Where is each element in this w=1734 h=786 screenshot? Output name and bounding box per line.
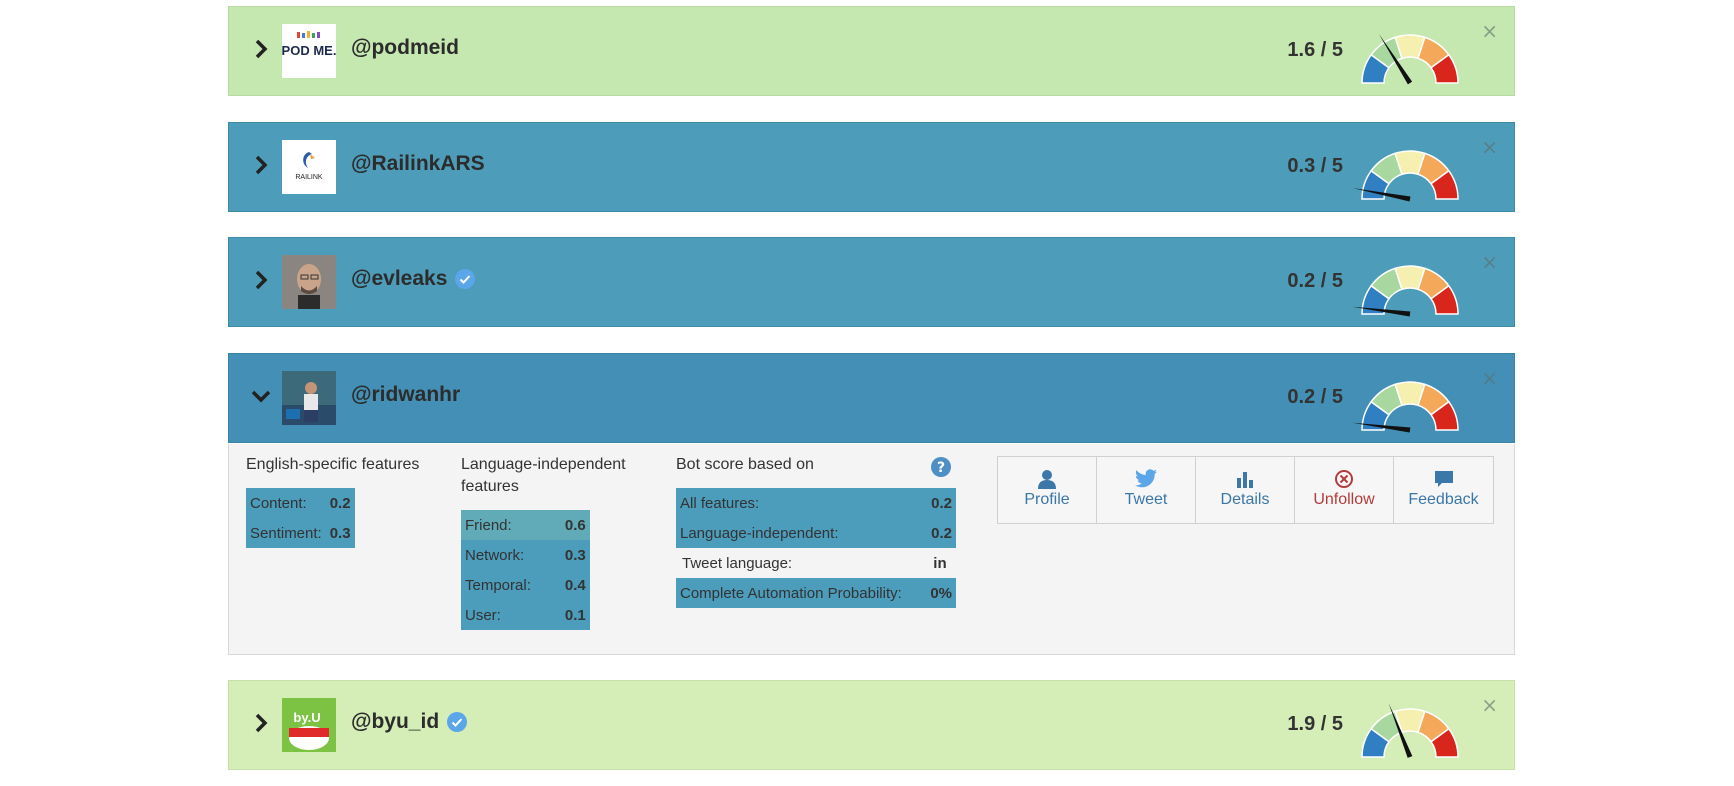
svg-text:?: ? — [937, 460, 945, 476]
chevron-right-icon[interactable] — [249, 153, 273, 177]
tweet-button[interactable]: Tweet — [1097, 457, 1196, 523]
details-button[interactable]: Details — [1196, 457, 1295, 523]
chevron-right-icon[interactable] — [249, 37, 273, 61]
account-row[interactable]: by.U @byu_id 1.9 / 5 × — [228, 680, 1515, 770]
tweet-label[interactable]: Tweet — [1125, 491, 1168, 508]
table-row: User: 0.1 — [461, 600, 590, 630]
chevron-right-icon[interactable] — [249, 268, 273, 292]
avatar — [282, 371, 336, 425]
account-handle-text[interactable]: @byu_id — [351, 710, 439, 733]
feature-value: 0.4 — [564, 576, 586, 594]
feature-label: All features: — [680, 494, 760, 512]
table-row: Language-independent: 0.2 — [676, 518, 956, 548]
close-icon[interactable]: × — [1481, 693, 1498, 717]
unfollow-button[interactable]: Unfollow — [1295, 457, 1394, 523]
gauge-icon — [1361, 703, 1459, 758]
table-row: Sentiment: 0.3 — [246, 518, 355, 548]
account-handle[interactable]: @podmeid — [351, 36, 459, 60]
table-row: All features: 0.2 — [676, 488, 956, 518]
language-independent-title-line1: Language-independent — [461, 456, 626, 473]
action-toolbar: Profile Tweet Details Unfollow Feedback — [997, 456, 1494, 524]
feature-label: Network: — [465, 546, 525, 564]
table-row: Temporal: 0.4 — [461, 570, 590, 600]
profile-button[interactable]: Profile — [998, 457, 1097, 523]
feature-value: 0.2 — [931, 494, 952, 512]
feature-value: in — [933, 554, 947, 572]
close-icon[interactable]: × — [1481, 135, 1498, 159]
avatar: by.U — [282, 698, 336, 752]
unfollow-icon — [1335, 470, 1353, 488]
account-handle[interactable]: @byu_id — [351, 710, 468, 734]
feature-label: Friend: — [465, 516, 512, 534]
feature-label: Sentiment: — [250, 524, 322, 542]
bar-chart-icon — [1237, 472, 1253, 488]
chevron-down-icon[interactable] — [249, 384, 273, 408]
table-row: Content: 0.2 — [246, 488, 355, 518]
table-row: Complete Automation Probability: 0% — [676, 578, 956, 608]
account-row[interactable]: RAILINK @RailinkARS 0.3 / 5 × — [228, 122, 1515, 212]
svg-text:by.U: by.U — [293, 710, 320, 725]
feature-label: Language-independent: — [680, 524, 839, 542]
feature-value: 0.3 — [564, 546, 586, 564]
bot-score: 0.3 / 5 — [1287, 155, 1343, 177]
english-features-table: Content: 0.2 Sentiment: 0.3 — [246, 488, 355, 548]
user-icon — [1038, 470, 1056, 489]
twitter-icon — [1135, 469, 1157, 488]
feature-value: 0% — [930, 584, 952, 602]
gauge-icon — [1352, 265, 1459, 317]
feature-value: 0.2 — [329, 494, 351, 512]
bot-score: 1.9 / 5 — [1287, 713, 1343, 735]
feature-label: Complete Automation Probability: — [680, 584, 902, 602]
profile-label[interactable]: Profile — [1024, 491, 1069, 508]
bot-score: 0.2 / 5 — [1287, 270, 1343, 292]
bot-score-title: Bot score based on — [676, 456, 814, 473]
svg-text:RAILINK: RAILINK — [295, 174, 323, 181]
close-icon[interactable]: × — [1481, 250, 1498, 274]
account-handle-text[interactable]: @evleaks — [351, 267, 447, 290]
bot-score: 1.6 / 5 — [1287, 39, 1343, 61]
table-row: Tweet language: in — [676, 548, 956, 578]
language-independent-title-line2: features — [461, 478, 519, 495]
bot-score: 0.2 / 5 — [1287, 386, 1343, 408]
avatar — [282, 255, 336, 309]
language-independent-title: Language-independent features — [461, 454, 626, 498]
english-features-title: English-specific features — [246, 456, 420, 473]
account-row[interactable]: @evleaks 0.2 / 5 × — [228, 237, 1515, 327]
feedback-button[interactable]: Feedback — [1394, 457, 1493, 523]
feature-value: 0.2 — [931, 524, 952, 542]
account-row[interactable]: @ridwanhr 0.2 / 5 × — [228, 353, 1515, 443]
feature-label: Content: — [250, 494, 307, 512]
feature-value: 0.6 — [564, 516, 586, 534]
gauge-icon — [1353, 150, 1459, 202]
details-panel: English-specific features Content: 0.2 Se… — [228, 444, 1515, 655]
feedback-label[interactable]: Feedback — [1408, 491, 1478, 508]
feature-label: User: — [465, 606, 501, 624]
close-icon[interactable]: × — [1481, 19, 1498, 43]
feature-value: 0.1 — [564, 606, 586, 624]
account-handle[interactable]: @RailinkARS — [351, 152, 485, 176]
help-icon[interactable]: ? — [930, 456, 952, 478]
account-handle[interactable]: @evleaks — [351, 267, 476, 291]
gauge-icon — [1361, 34, 1459, 85]
table-row: Friend: 0.6 — [461, 510, 590, 540]
unfollow-label[interactable]: Unfollow — [1313, 491, 1374, 508]
language-independent-table: Friend: 0.6 Network: 0.3 Temporal: 0.4 User… — [461, 510, 590, 630]
table-row: Network: 0.3 — [461, 540, 590, 570]
svg-text:POD ME.: POD ME. — [282, 43, 336, 58]
chevron-right-icon[interactable] — [249, 711, 273, 735]
feature-label: Tweet language: — [682, 554, 793, 572]
feature-label: Temporal: — [465, 576, 531, 594]
feature-value: 0.3 — [329, 524, 351, 542]
comment-icon — [1434, 471, 1453, 487]
close-icon[interactable]: × — [1481, 366, 1498, 390]
avatar: RAILINK — [282, 140, 336, 194]
account-handle[interactable]: @ridwanhr — [351, 383, 460, 407]
verified-badge-icon — [455, 269, 476, 290]
gauge-icon — [1352, 381, 1459, 433]
avatar: POD ME. — [282, 24, 336, 78]
details-label[interactable]: Details — [1221, 491, 1270, 508]
bot-score-table: All features: 0.2 Language-independent: 0.… — [676, 488, 956, 608]
account-row[interactable]: POD ME. @podmeid 1.6 / 5 × — [228, 6, 1515, 96]
verified-badge-icon — [447, 712, 468, 733]
